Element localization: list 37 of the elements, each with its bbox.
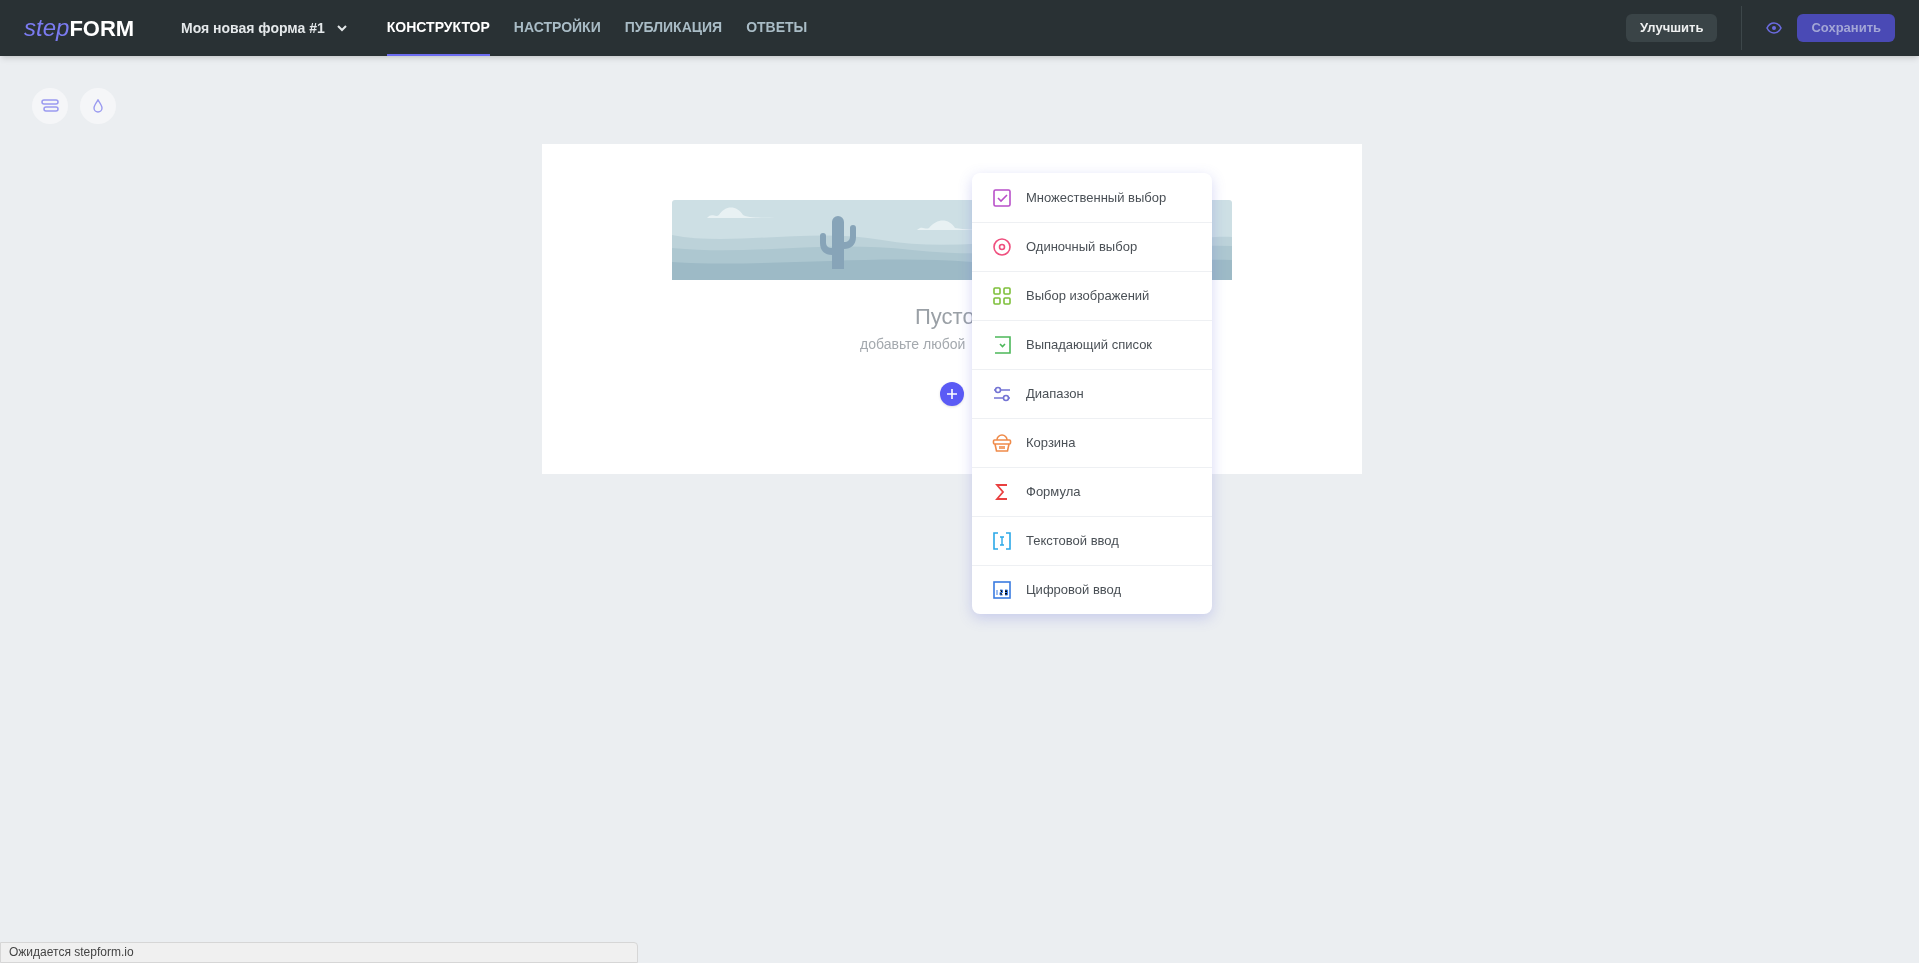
status-bar: Ожидается stepform.io bbox=[0, 942, 638, 963]
menu-item[interactable]: Формула bbox=[972, 467, 1212, 516]
menu-item[interactable]: Текстовой ввод bbox=[972, 516, 1212, 565]
radio-icon bbox=[992, 237, 1012, 257]
chevron-down-icon bbox=[336, 24, 347, 32]
menu-item[interactable]: Выбор изображений bbox=[972, 271, 1212, 320]
layers-icon bbox=[41, 99, 59, 113]
menu-item[interactable]: Цифровой ввод bbox=[972, 565, 1212, 614]
nav-tab[interactable]: КОНСТРУКТОР bbox=[386, 0, 490, 56]
plus-icon bbox=[947, 389, 957, 399]
form-title-dropdown[interactable]: Моя новая форма #1 bbox=[181, 17, 347, 39]
upgrade-button[interactable]: Улучшить bbox=[1626, 14, 1718, 42]
logo-text: FORM bbox=[69, 14, 135, 43]
eye-icon[interactable] bbox=[1766, 22, 1783, 34]
dropdown-icon bbox=[992, 335, 1012, 355]
empty-title: Пусто bbox=[915, 303, 975, 331]
drop-icon bbox=[93, 99, 103, 113]
checkbox-icon bbox=[992, 187, 1012, 208]
logo-text: step bbox=[24, 13, 70, 43]
menu-item[interactable]: Корзина bbox=[972, 418, 1212, 467]
number-box-icon bbox=[992, 580, 1012, 600]
theme-button[interactable] bbox=[80, 88, 116, 124]
menu-item[interactable]: Выпадающий список bbox=[972, 320, 1212, 369]
text-cursor-icon bbox=[992, 531, 1012, 551]
basket-icon bbox=[992, 433, 1012, 453]
sliders-icon bbox=[992, 384, 1012, 404]
menu-item[interactable]: Диапазон bbox=[972, 369, 1212, 418]
menu-item[interactable]: Одиночный выбор bbox=[972, 222, 1212, 271]
nav-tab[interactable]: ПУБЛИКАЦИЯ bbox=[624, 0, 723, 56]
grid-icon bbox=[992, 286, 1012, 306]
nav-tab[interactable]: НАСТРОЙКИ bbox=[513, 0, 601, 56]
nav-tab[interactable]: ОТВЕТЫ bbox=[746, 0, 808, 56]
menu-item[interactable]: Множественный выбор bbox=[972, 173, 1212, 222]
empty-hint: добавьте любой bbox=[860, 335, 966, 354]
layout-button[interactable] bbox=[32, 88, 68, 124]
logo[interactable]: stepFORM bbox=[24, 10, 164, 46]
add-field-button[interactable] bbox=[940, 382, 964, 406]
